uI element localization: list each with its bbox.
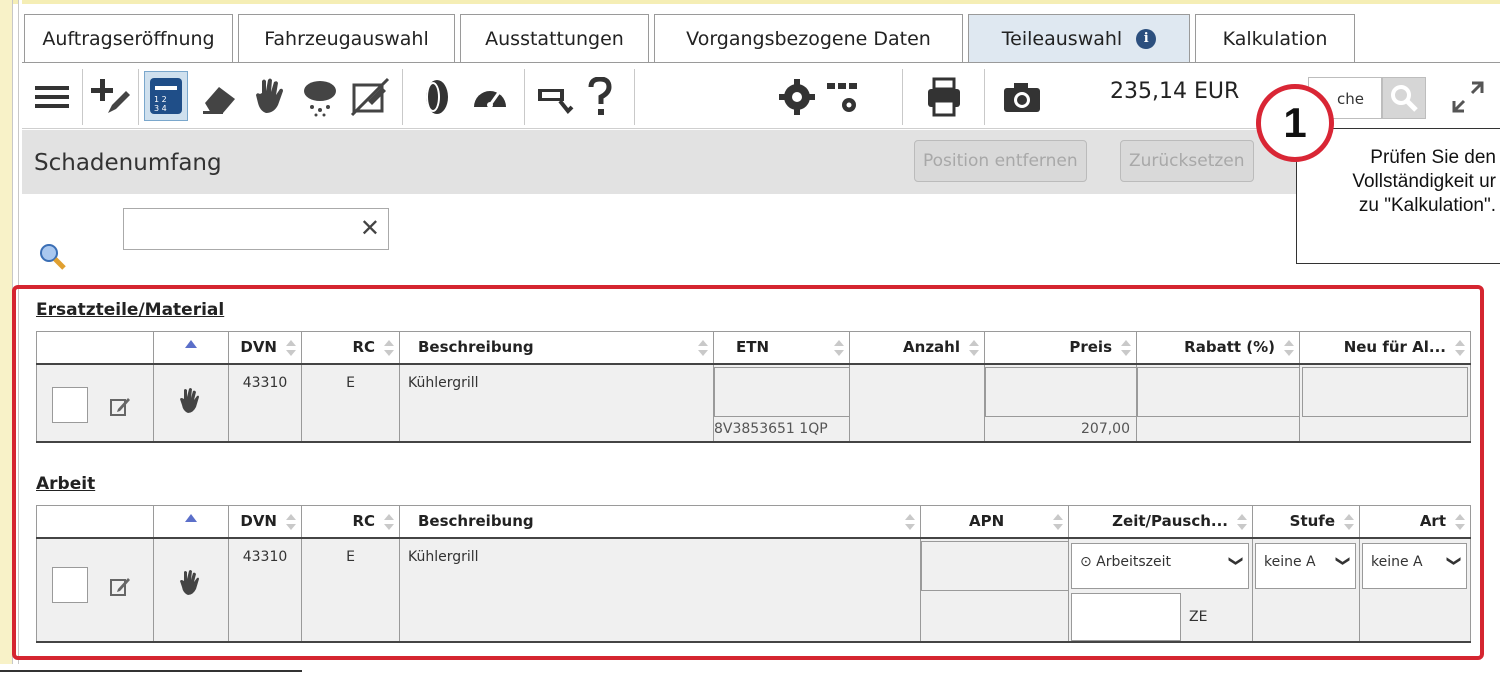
magnifier-icon (38, 242, 68, 276)
gauge-icon[interactable] (468, 77, 512, 117)
eraser-icon[interactable] (198, 77, 242, 117)
tab-label: Kalkulation (1222, 27, 1328, 50)
step-badge: 1 (1256, 84, 1334, 162)
search-icon[interactable] (1382, 77, 1426, 119)
print-icon[interactable] (922, 77, 966, 117)
hand-icon[interactable] (248, 77, 292, 117)
toolbar-separator (984, 69, 985, 125)
tooltip-line: Prüfen Sie den (1370, 147, 1496, 168)
parts-grid-icon[interactable]: 1 23 4 (144, 71, 188, 121)
add-edit-icon[interactable] (88, 77, 132, 117)
tooltip-line: zu "Kalkulation". (1358, 195, 1496, 216)
tab-label: Vorgangsbezogene Daten (686, 27, 931, 50)
remove-position-button[interactable]: Position entfernen (914, 140, 1087, 182)
tab-ausstattungen[interactable]: Ausstattungen (460, 14, 649, 62)
spray-gun-icon[interactable] (534, 77, 578, 117)
tab-label: Auftragseröffnung (42, 27, 215, 50)
highlight-frame (12, 285, 1484, 660)
toolbar-separator (402, 69, 403, 125)
tab-vorgangsbezogene-daten[interactable]: Vorgangsbezogene Daten (654, 14, 963, 62)
info-icon[interactable]: i (1136, 28, 1157, 49)
menu-icon[interactable] (32, 77, 72, 117)
toolbar-separator (634, 69, 635, 125)
reset-button[interactable]: Zurücksetzen (1120, 140, 1254, 182)
total-price: 235,14 EUR (1110, 79, 1240, 104)
tooltip-line: Vollständigkeit ur (1352, 171, 1496, 192)
hail-cloud-icon[interactable] (298, 77, 342, 117)
clear-icon[interactable]: ✕ (360, 214, 380, 242)
main-tabs: Auftragseröffnung Fahrzeugauswahl Aussta… (24, 14, 1355, 62)
toolbar-separator (138, 69, 139, 125)
window-bottom-line (0, 670, 302, 672)
settings-icon[interactable] (772, 77, 868, 117)
no-edit-icon[interactable] (348, 77, 392, 117)
tab-teileauswahl[interactable]: Teileauswahl i (968, 14, 1190, 62)
tab-kalkulation[interactable]: Kalkulation (1195, 14, 1355, 62)
tab-label: Fahrzeugauswahl (264, 27, 429, 50)
tab-auftragseroeffnung[interactable]: Auftragseröffnung (24, 14, 233, 62)
tooltip: Prüfen Sie den Vollständigkeit ur zu "Ka… (1296, 128, 1500, 264)
tab-fahrzeugauswahl[interactable]: Fahrzeugauswahl (238, 14, 455, 62)
tab-label: Teileauswahl (1001, 27, 1123, 50)
tire-icon[interactable] (414, 77, 458, 117)
window-top-border (0, 0, 1500, 4)
expand-icon[interactable] (1446, 77, 1490, 117)
toolbar-separator (82, 69, 83, 125)
camera-icon[interactable] (1000, 77, 1044, 117)
tab-label: Ausstattungen (485, 27, 624, 50)
svg-text:1 2: 1 2 (154, 95, 167, 104)
section-title: Schadenumfang (34, 150, 222, 176)
question-icon[interactable] (582, 77, 618, 117)
filter-input[interactable]: ✕ (123, 208, 389, 250)
toolbar-separator (902, 69, 903, 125)
toolbar-separator (524, 69, 525, 125)
svg-text:3 4: 3 4 (154, 104, 167, 113)
